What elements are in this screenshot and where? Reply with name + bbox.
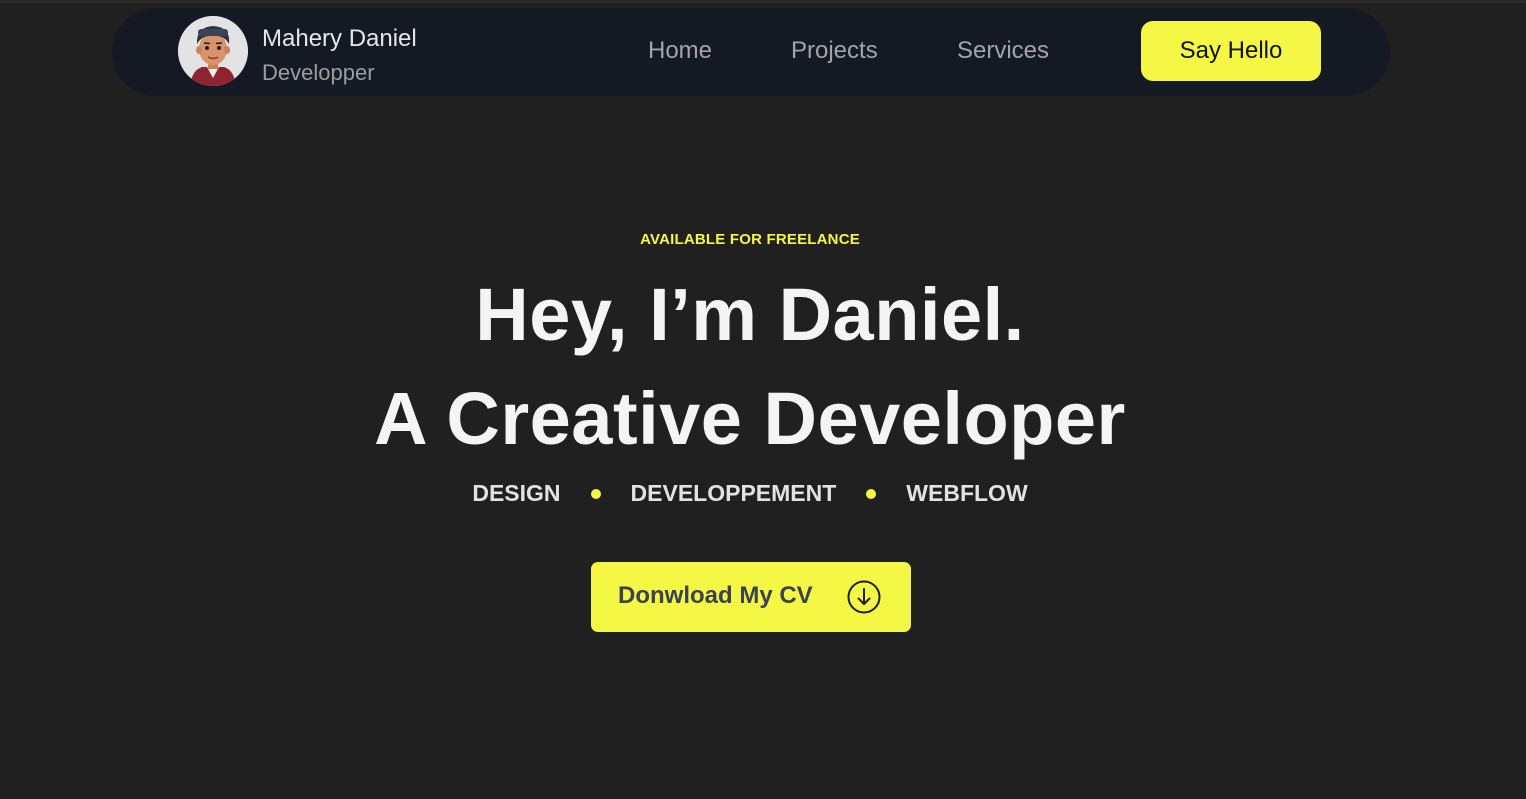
headline-title: A Creative Developer — [374, 377, 1126, 460]
skill-design: DESIGN — [472, 480, 561, 506]
hero-section: AVAILABLE FOR FREELANCE Hey, I’m Daniel.… — [0, 0, 1526, 799]
headline-greeting: Hey, I’m Daniel. — [475, 273, 1025, 356]
separator-dot — [866, 488, 877, 499]
skills-list: DESIGN DEVELOPPEMENT WEBFLOW — [0, 480, 1500, 507]
skill-webflow: WEBFLOW — [906, 480, 1028, 506]
arrow-down-circle-icon — [847, 580, 881, 614]
skill-development: DEVELOPPEMENT — [630, 480, 837, 506]
download-cv-label: Donwload My CV — [618, 582, 813, 609]
separator-dot — [590, 488, 601, 499]
availability-label: AVAILABLE FOR FREELANCE — [640, 231, 860, 248]
download-cv-button[interactable]: Donwload My CV — [591, 562, 911, 632]
